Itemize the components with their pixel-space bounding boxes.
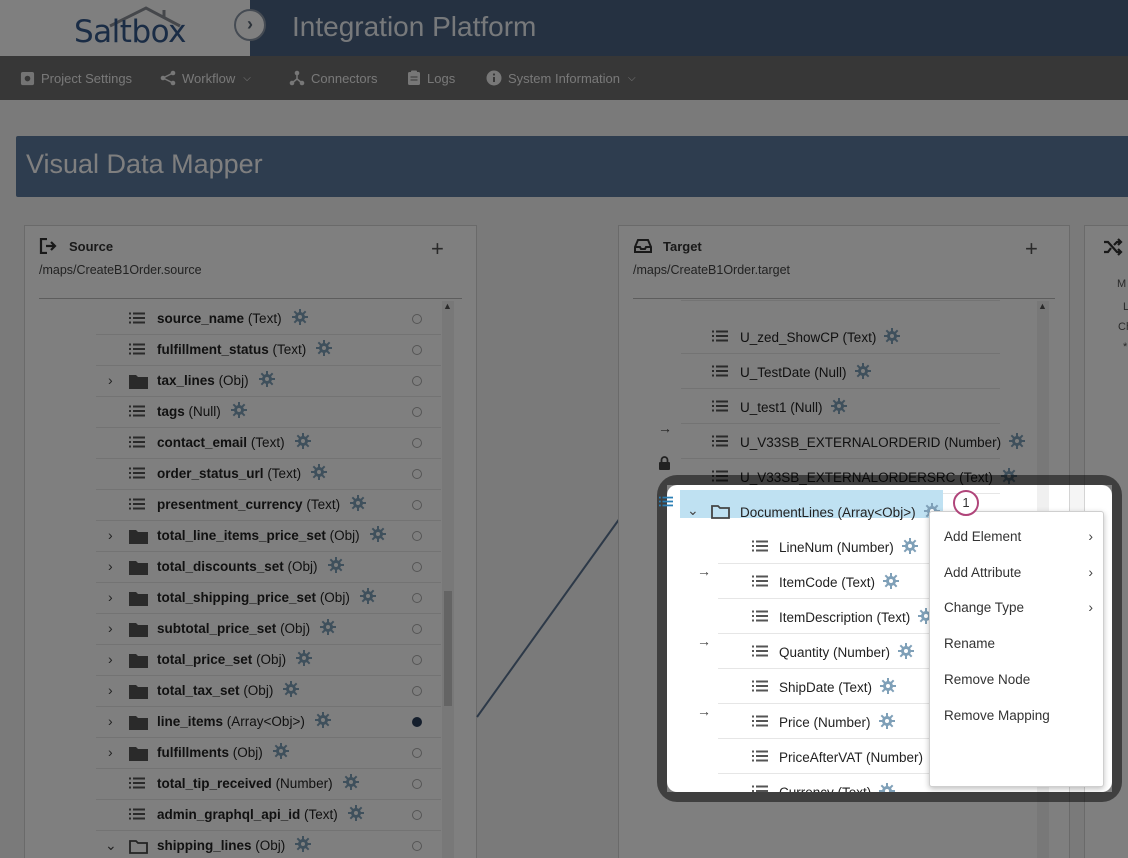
field-settings-button[interactable]: [1009, 433, 1025, 452]
field-label: ItemDescription (Text): [779, 610, 911, 625]
field-label: U_V33SB_EXTERNALORDERSRC (Text): [740, 470, 993, 485]
gear-icon: [898, 643, 914, 659]
field-settings-button[interactable]: [884, 328, 900, 347]
mapped-arrow-icon: →: [697, 703, 711, 719]
field-settings-button[interactable]: [898, 643, 914, 662]
fragment-text: L: [1123, 301, 1128, 313]
gear-icon: [1009, 433, 1025, 449]
list-icon: [712, 400, 728, 412]
gear-icon: [831, 398, 847, 414]
list-icon: [752, 540, 768, 552]
fragment-text: Ch: [1118, 321, 1128, 333]
target-tree-row[interactable]: U_TestDate (Null): [681, 354, 1000, 389]
fragment-text: M: [1117, 278, 1127, 290]
menu-item-add-attribute[interactable]: Add Attribute: [944, 565, 1094, 580]
field-label: ItemCode (Text): [779, 575, 876, 590]
list-icon: [752, 715, 768, 727]
mapping-line[interactable]: [476, 517, 621, 718]
field-label: U_zed_ShowCP (Text): [740, 330, 877, 345]
field-label: Price (Number): [779, 715, 871, 730]
list-icon: [752, 680, 768, 692]
gear-icon: [879, 713, 895, 729]
mapped-arrow-icon: →: [697, 633, 711, 649]
target-tree-row[interactable]: U_V33SB_EXTERNALORDERSRC (Text): [681, 459, 1017, 494]
field-label: DocumentLines (Array<Obj>): [740, 505, 916, 520]
field-label: U_test1 (Null): [740, 400, 823, 415]
menu-item-label: Add Element: [944, 529, 1022, 544]
target-path: /maps/CreateB1Order.target: [633, 263, 791, 277]
field-label: Quantity (Number): [779, 645, 891, 660]
menu-item-rename[interactable]: Rename: [944, 636, 995, 651]
fragment-text: *: [1123, 341, 1128, 353]
menu-item-label: Remove Mapping: [944, 708, 1050, 723]
gear-icon: [884, 328, 900, 344]
field-label: LineNum (Number): [779, 540, 894, 555]
field-settings-button[interactable]: [1001, 468, 1017, 487]
menu-item-add-element[interactable]: Add Element: [944, 529, 1094, 544]
chevron-down-icon[interactable]: ⌄: [687, 502, 699, 519]
chevron-right-icon: ›: [1088, 564, 1093, 580]
folder-open-icon: [711, 505, 730, 519]
list-icon: [752, 575, 768, 587]
inbox-icon: [634, 239, 652, 253]
menu-item-label: Change Type: [944, 600, 1025, 615]
list-icon: [712, 435, 728, 447]
mapped-arrow-icon: →: [658, 420, 672, 436]
field-label: U_TestDate (Null): [740, 365, 847, 380]
menu-item-label: Add Attribute: [944, 565, 1022, 580]
target-tree-row[interactable]: U_test1 (Null): [681, 389, 1000, 424]
chevron-right-icon: ›: [1088, 528, 1093, 544]
target-title: Target: [663, 238, 702, 254]
lock-icon: [658, 456, 671, 473]
target-add-button[interactable]: +: [1025, 236, 1038, 262]
field-label: U_V33SB_EXTERNALORDERID (Number): [740, 435, 1002, 450]
mapped-arrow-icon: →: [697, 563, 711, 579]
chevron-right-icon: ›: [1088, 599, 1093, 615]
gear-icon: [855, 363, 871, 379]
field-settings-button[interactable]: [855, 363, 871, 382]
step-badge: 1: [953, 490, 979, 516]
list-icon: [752, 750, 768, 762]
target-tree-row[interactable]: U_V33SB_EXTERNALORDERID (Number): [681, 424, 1025, 459]
menu-item-label: Rename: [944, 636, 996, 651]
field-settings-button[interactable]: [883, 573, 899, 592]
gear-icon: [902, 538, 918, 554]
list-icon: [752, 645, 768, 657]
target-tree-row[interactable]: U_zed_ShowCP (Text): [681, 319, 1000, 354]
field-label: ShipDate (Text): [779, 680, 873, 695]
field-settings-button[interactable]: [831, 398, 847, 417]
menu-item-remove-node[interactable]: Remove Node: [944, 672, 1030, 687]
list-icon: [752, 610, 768, 622]
menu-item-label: Remove Node: [944, 672, 1031, 687]
shuffle-icon[interactable]: [1103, 238, 1123, 256]
gear-icon: [1001, 468, 1017, 484]
list-icon: [712, 330, 728, 342]
list-icon: [712, 365, 728, 377]
menu-item-remove-mapping[interactable]: Remove Mapping: [944, 708, 1050, 723]
field-settings-button[interactable]: [880, 678, 896, 697]
field-label: PriceAfterVAT (Number): [779, 750, 924, 765]
menu-item-change-type[interactable]: Change Type: [944, 600, 1094, 615]
context-menu: Add Element › Add Attribute › Change Typ…: [929, 511, 1104, 787]
list-icon: [712, 470, 728, 482]
target-header: Target: [633, 238, 702, 254]
gear-icon: [883, 573, 899, 589]
field-settings-button[interactable]: [902, 538, 918, 557]
gear-icon: [880, 678, 896, 694]
field-settings-button[interactable]: [879, 713, 895, 732]
list-icon: [659, 494, 673, 512]
scroll-up-arrow-icon[interactable]: ▲: [1038, 301, 1047, 311]
